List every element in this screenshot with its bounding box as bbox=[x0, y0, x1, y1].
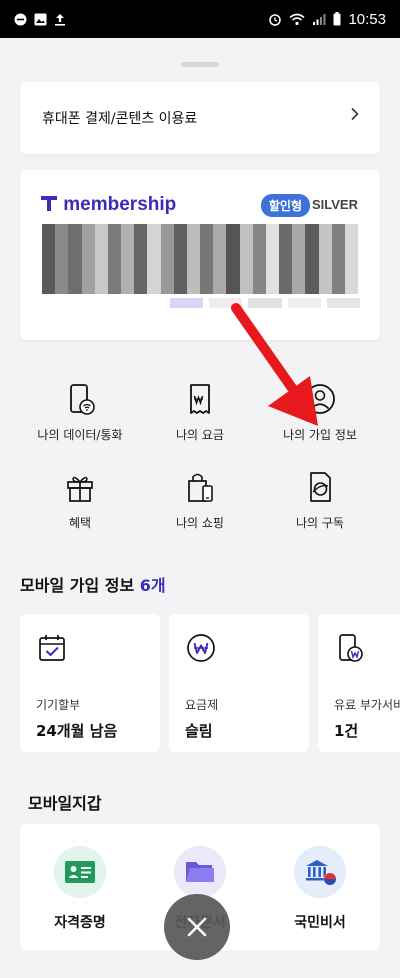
info-card-label: 기기할부 bbox=[36, 698, 81, 712]
upload-icon bbox=[55, 13, 65, 26]
membership-card[interactable]: membership 할인형 SILVER bbox=[20, 170, 380, 340]
membership-type-badge: 할인형 bbox=[260, 194, 310, 217]
info-card-value: 24개월 남음 bbox=[36, 722, 118, 740]
info-card-label: 유료 부가서비 bbox=[334, 698, 400, 712]
menu-item-my-shopping[interactable]: 나의 쇼핑 bbox=[140, 470, 260, 531]
minus-circle-icon bbox=[14, 13, 27, 25]
blurred-barcode bbox=[42, 224, 359, 294]
status-left-icons bbox=[14, 13, 66, 26]
status-time: 10:53 bbox=[348, 10, 386, 28]
shopping-bag-icon bbox=[188, 473, 213, 502]
wallet-item-national-secretary[interactable]: 국민비서 bbox=[270, 846, 370, 932]
battery-icon bbox=[333, 12, 341, 26]
bottom-sheet: 휴대폰 결제/콘텐츠 이용료 membership 할인형 SILVER 나의 … bbox=[0, 38, 400, 978]
mobile-info-title-text: 모바일 가입 정보 bbox=[20, 576, 135, 595]
mobile-info-title: 모바일 가입 정보 6개 bbox=[20, 572, 166, 596]
info-card-installment[interactable]: 기기할부 24개월 남음 bbox=[20, 614, 160, 752]
membership-logo: membership bbox=[40, 194, 176, 216]
subscription-icon bbox=[310, 472, 331, 502]
menu-item-benefits[interactable]: 혜택 bbox=[20, 470, 140, 531]
government-icon bbox=[306, 860, 337, 886]
id-card-icon bbox=[65, 861, 95, 883]
chevron-right-icon bbox=[350, 106, 360, 125]
status-right-icons: 10:53 bbox=[268, 11, 386, 28]
wallet-icon-bg bbox=[294, 846, 346, 898]
gift-icon bbox=[67, 476, 93, 502]
red-arrow-annotation bbox=[231, 303, 318, 426]
wallet-item-credential[interactable]: 자격증명 bbox=[30, 846, 130, 932]
membership-logo-text: membership bbox=[63, 194, 177, 215]
menu-label: 나의 데이터/통화 bbox=[37, 428, 123, 442]
phone-won-icon bbox=[339, 634, 363, 662]
info-card-label: 요금제 bbox=[185, 698, 219, 712]
menu-label: 나의 구독 bbox=[296, 516, 344, 530]
menu-label: 나의 쇼핑 bbox=[176, 516, 224, 530]
folder-icon bbox=[186, 862, 214, 882]
close-icon bbox=[187, 917, 207, 937]
info-card-plan[interactable]: 요금제 슬림 bbox=[169, 614, 309, 752]
menu-label: 혜택 bbox=[68, 516, 92, 530]
signal-icon bbox=[313, 13, 326, 25]
close-button[interactable] bbox=[164, 894, 230, 960]
status-bar: 10:53 bbox=[0, 0, 400, 38]
wallet-title: 모바일지갑 bbox=[28, 794, 102, 813]
wallet-label: 국민비서 bbox=[294, 915, 346, 931]
menu-item-data-call[interactable]: 나의 데이터/통화 bbox=[20, 382, 140, 443]
alarm-icon bbox=[269, 14, 282, 26]
phone-wifi-icon bbox=[70, 384, 95, 415]
payment-card[interactable]: 휴대폰 결제/콘텐츠 이용료 bbox=[20, 82, 380, 154]
t-logo-icon bbox=[41, 196, 57, 211]
wallet-label: 자격증명 bbox=[54, 915, 106, 931]
sheet-drag-handle[interactable] bbox=[181, 62, 219, 67]
image-icon bbox=[34, 13, 47, 25]
info-card-value: 슬림 bbox=[185, 722, 213, 740]
receipt-won-icon bbox=[190, 384, 210, 414]
menu-item-my-subscription[interactable]: 나의 구독 bbox=[260, 470, 380, 531]
calendar-check-icon bbox=[39, 635, 65, 661]
mobile-info-count: 6개 bbox=[139, 576, 166, 595]
wallet-icon-bg bbox=[54, 846, 106, 898]
membership-grade: SILVER bbox=[312, 197, 358, 212]
won-circle-icon bbox=[187, 634, 215, 662]
info-card-value: 1건 bbox=[334, 722, 359, 740]
info-card-addon[interactable]: 유료 부가서비 1건 bbox=[318, 614, 400, 752]
payment-label: 휴대폰 결제/콘텐츠 이용료 bbox=[42, 111, 198, 127]
wallet-icon-bg bbox=[174, 846, 226, 898]
wifi-icon bbox=[289, 13, 305, 25]
